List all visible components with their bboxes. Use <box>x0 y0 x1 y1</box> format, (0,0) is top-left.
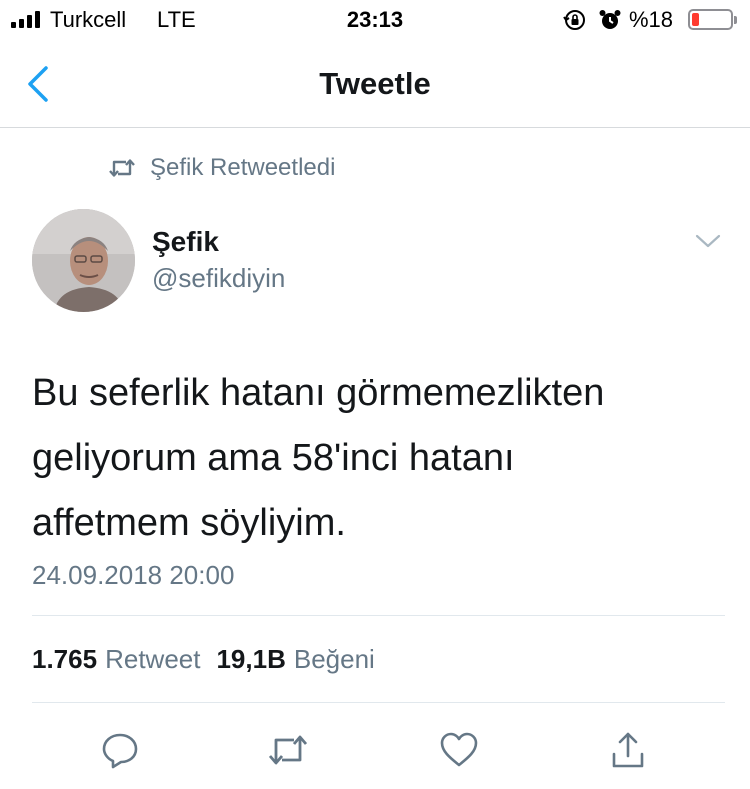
status-bar: Turkcell LTE 23:13 %18 <box>0 0 750 40</box>
avatar-photo <box>32 209 135 312</box>
reply-icon <box>102 733 138 769</box>
divider <box>32 702 725 703</box>
author-handle[interactable]: @sefikdiyin <box>152 263 285 294</box>
retweet-context-label: Şefik Retweetledi <box>150 154 336 181</box>
tweet-text-line: geliyorum ama 58'inci hatanı <box>32 437 515 479</box>
like-button[interactable] <box>437 728 481 772</box>
like-icon <box>440 732 478 767</box>
chevron-down-icon <box>695 234 721 248</box>
tweet-text-line: affetmem söyliyim. <box>32 502 346 544</box>
battery-icon <box>688 9 737 30</box>
tweet-detail-screen: Turkcell LTE 23:13 %18 Tweetle Şefik Ret… <box>0 0 750 789</box>
tweet-stats: 1.765 Retweet 19,1B Beğeni <box>32 644 375 675</box>
rotation-lock-icon <box>563 10 585 30</box>
tweet-menu-button[interactable] <box>694 232 722 255</box>
like-count-label[interactable]: Beğeni <box>294 644 375 675</box>
retweet-icon <box>268 735 308 765</box>
battery-fill <box>692 13 699 26</box>
retweet-icon <box>109 159 135 177</box>
retweet-context[interactable]: Şefik Retweetledi <box>108 154 335 182</box>
nav-bar: Tweetle <box>0 40 750 128</box>
tweet-timestamp: 24.09.2018 20:00 <box>32 560 235 590</box>
tweet-text-line: Bu seferlik hatanı görmemezlikten <box>32 372 605 414</box>
share-button[interactable] <box>606 728 650 772</box>
retweet-button[interactable] <box>266 728 310 772</box>
alarm-icon <box>599 10 621 29</box>
avatar[interactable] <box>32 209 135 312</box>
like-count[interactable]: 19,1B <box>216 644 285 675</box>
tweet-text: Bu seferlik hatanı görmemezlikten geliyo… <box>32 361 722 556</box>
author-name[interactable]: Şefik <box>152 226 219 258</box>
retweet-count-label[interactable]: Retweet <box>105 644 200 675</box>
divider <box>32 615 725 616</box>
battery-percent: %18 <box>629 7 674 32</box>
page-title: Tweetle <box>319 66 431 101</box>
tweet-actions <box>0 728 750 772</box>
reply-button[interactable] <box>98 728 142 772</box>
share-icon <box>612 732 644 768</box>
retweet-count[interactable]: 1.765 <box>32 644 97 675</box>
